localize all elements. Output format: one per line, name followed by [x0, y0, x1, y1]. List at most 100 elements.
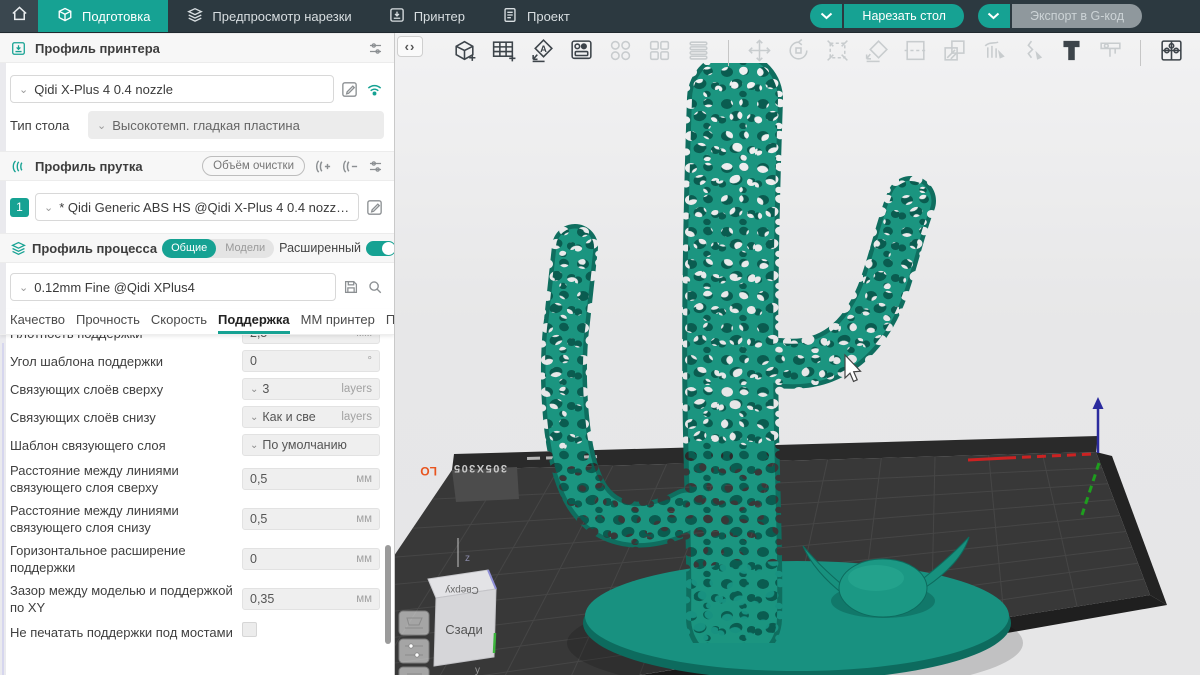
- panel-scrollbar[interactable]: [385, 545, 391, 644]
- box-icon: [56, 6, 74, 27]
- setting-value: 0: [250, 354, 257, 368]
- slice-split-button: Нарезать стол: [810, 4, 964, 28]
- process-tab[interactable]: Прочность: [76, 312, 140, 334]
- slice-plate-button[interactable]: Нарезать стол: [844, 4, 964, 28]
- add-model-button[interactable]: [447, 36, 481, 70]
- plate-settings-button[interactable]: [564, 36, 598, 70]
- tab-label: Предпросмотр нарезки: [212, 9, 351, 24]
- setting-value: 0: [250, 552, 257, 566]
- process-profile-select[interactable]: ⌄ 0.12mm Fine @Qidi XPlus4: [10, 273, 336, 301]
- setting-checkbox[interactable]: [242, 622, 257, 637]
- setting-unit: layers: [341, 411, 372, 423]
- setting-input[interactable]: 0,5мм: [242, 508, 380, 530]
- color-paint-button: [937, 36, 971, 70]
- setting-select[interactable]: ⌄Как и свеlayers: [242, 406, 380, 428]
- setting-input[interactable]: 2,5мм: [242, 335, 380, 344]
- bed-overlay-button[interactable]: [399, 611, 429, 635]
- tab-printer[interactable]: Принтер: [370, 0, 483, 32]
- process-icon: [10, 240, 27, 257]
- move-icon: [746, 37, 773, 69]
- process-mode-segment: Общие Модели: [162, 239, 274, 258]
- export-dropdown-button[interactable]: [978, 4, 1010, 28]
- setting-unit: layers: [341, 383, 372, 395]
- assembly-view-button[interactable]: [1154, 36, 1188, 70]
- home-button[interactable]: [0, 0, 38, 32]
- filament-settings-icon[interactable]: [367, 158, 384, 175]
- collapse-panel-button[interactable]: ‹›: [397, 36, 423, 57]
- mode-objects-button[interactable]: Модели: [216, 239, 274, 258]
- tab-preview[interactable]: Предпросмотр нарезки: [168, 0, 369, 32]
- add-model-icon: [451, 37, 478, 69]
- setting-unit: мм: [356, 513, 372, 525]
- process-tab[interactable]: П: [386, 312, 394, 334]
- save-icon[interactable]: [342, 278, 360, 296]
- setting-unit: °: [367, 355, 372, 367]
- advanced-label: Расширенный: [279, 241, 361, 255]
- layers-icon: [186, 6, 204, 27]
- setting-unit: мм: [356, 473, 372, 485]
- setting-value: 0,35: [250, 592, 274, 606]
- cut-button: [898, 36, 932, 70]
- variable-layer-height-icon: [685, 37, 712, 69]
- printer-profile-icon: [10, 40, 27, 57]
- nav-cube-front-label[interactable]: Сзади: [445, 622, 482, 637]
- process-tab[interactable]: Качество: [10, 312, 65, 334]
- filament-section-title: Профиль прутка: [35, 159, 143, 174]
- plate-size-label: 305X305: [452, 462, 507, 474]
- process-tab[interactable]: Скорость: [151, 312, 207, 334]
- mode-global-button[interactable]: Общие: [162, 239, 216, 258]
- measure-button: [1093, 36, 1127, 70]
- axis-y-label: y: [475, 665, 480, 675]
- remove-filament-icon[interactable]: [340, 157, 359, 176]
- setting-input[interactable]: 0мм: [242, 548, 380, 570]
- filament-profile-select[interactable]: ⌄ * Qidi Generic ABS HS @Qidi X-Plus 4 0…: [35, 193, 359, 221]
- printer-profile-select[interactable]: ⌄ Qidi X-Plus 4 0.4 nozzle: [10, 75, 334, 103]
- filament-slot-badge[interactable]: 1: [10, 198, 29, 217]
- printer-settings-icon[interactable]: [367, 40, 384, 57]
- chevron-down-icon: ⌄: [44, 201, 53, 214]
- process-tab[interactable]: ММ принтер: [301, 312, 375, 334]
- viewport-3d[interactable]: 305X305 LO: [395, 33, 1200, 675]
- advanced-toggle[interactable]: [366, 241, 394, 256]
- text-tool-icon: [1058, 37, 1085, 69]
- text-tool-button[interactable]: [1054, 36, 1088, 70]
- plates-overlay-button[interactable]: [399, 667, 429, 675]
- sliders-overlay-button[interactable]: [399, 639, 429, 663]
- assembly-view-icon: [1158, 37, 1185, 69]
- filament-section-header: Профиль прутка Объём очистки: [0, 151, 394, 181]
- edit-printer-icon[interactable]: [340, 80, 359, 99]
- setting-input[interactable]: 0,5мм: [242, 468, 380, 490]
- add-plate-button[interactable]: [486, 36, 520, 70]
- setting-input[interactable]: 0,35мм: [242, 588, 380, 610]
- setting-value: 2,5: [250, 335, 267, 340]
- process-profile-value: 0.12mm Fine @Qidi XPlus4: [34, 280, 195, 295]
- slice-dropdown-button[interactable]: [810, 4, 842, 28]
- auto-arrange-icon: A: [529, 37, 556, 69]
- filament-profile-value: * Qidi Generic ABS HS @Qidi X-Plus 4 0.4…: [59, 200, 350, 215]
- setting-label: Расстояние между линиями связующего слоя…: [10, 462, 242, 496]
- add-filament-icon[interactable]: [313, 157, 332, 176]
- setting-label: Угол шаблона поддержки: [10, 353, 242, 370]
- setting-input[interactable]: 0°: [242, 350, 380, 372]
- setting-select[interactable]: ⌄3layers: [242, 378, 380, 400]
- scene-3d: 305X305 LO: [395, 33, 1200, 675]
- setting-select[interactable]: ⌄По умолчанию: [242, 434, 380, 456]
- bed-type-select[interactable]: ⌄ Высокотемп. гладкая пластина: [88, 111, 384, 139]
- wifi-icon[interactable]: [365, 80, 384, 99]
- tab-label: Подготовка: [82, 9, 150, 24]
- tab-project[interactable]: Проект: [483, 0, 588, 32]
- setting-row: Связующих слоёв снизу⌄Как и свеlayers: [10, 403, 394, 431]
- nav-cube-top-label[interactable]: Сверху: [445, 584, 478, 595]
- tab-prepare[interactable]: Подготовка: [38, 0, 168, 32]
- split-to-parts-button: [642, 36, 676, 70]
- flush-volume-button[interactable]: Объём очистки: [202, 156, 305, 176]
- process-tab[interactable]: Поддержка: [218, 312, 290, 334]
- app-window: ПодготовкаПредпросмотр нарезкиПринтерПро…: [0, 0, 1200, 675]
- edit-filament-icon[interactable]: [365, 198, 384, 217]
- search-icon[interactable]: [366, 278, 384, 296]
- auto-arrange-button[interactable]: A: [525, 36, 559, 70]
- add-plate-icon: [490, 37, 517, 69]
- document-icon: [501, 6, 519, 27]
- export-gcode-button[interactable]: Экспорт в G-код: [1012, 4, 1142, 28]
- toolbar-divider: [1140, 40, 1141, 66]
